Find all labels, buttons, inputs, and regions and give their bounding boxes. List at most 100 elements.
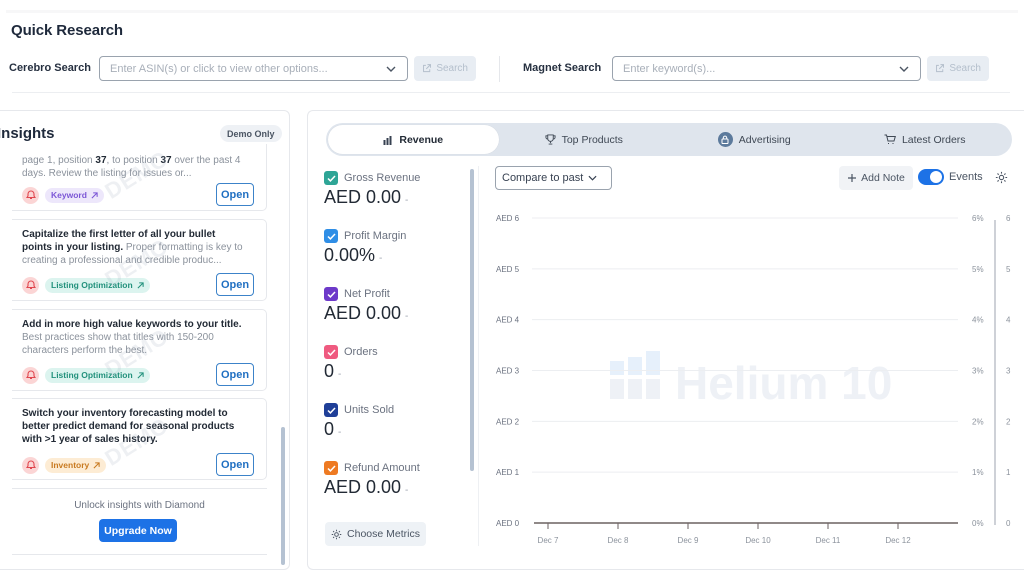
tab-advertising[interactable]: Advertising [669, 125, 840, 154]
revenue-chart: Helium 10 AED 0 0% 0 AED 1 1% 1 AED 2 2% 2 AED 3 3%… [496, 214, 1011, 545]
x-tick-label: Dec 12 [885, 536, 911, 545]
bell-icon [22, 186, 39, 204]
metric-checkbox[interactable] [324, 345, 338, 359]
metric-label-row: Net Profit [324, 287, 464, 301]
x-tick-label: Dec 8 [608, 536, 629, 545]
metric-checkbox[interactable] [324, 171, 338, 185]
helium10-watermark: Helium 10 [610, 351, 892, 409]
trophy-icon [545, 134, 556, 145]
listing-optimization-tag[interactable]: Listing Optimization [45, 367, 150, 383]
gear-icon [331, 529, 342, 539]
external-link-icon [423, 64, 432, 73]
metric-change: - [405, 311, 409, 322]
y-right-count-tick-label: 6 [1006, 214, 1011, 223]
add-note-label: Add Note [861, 172, 905, 184]
inventory-tag[interactable]: Inventory [45, 457, 107, 473]
listing-optimization-tag[interactable]: Listing Optimization [45, 277, 150, 293]
magnet-placeholder: Enter keyword(s)... [623, 62, 716, 75]
metric-profit-margin: Profit Margin 0.00% - [324, 229, 464, 266]
metric-value: AED 0.00 [324, 303, 402, 323]
y-left-tick-label: AED 0 [496, 519, 520, 528]
tab-top-products[interactable]: Top Products [499, 125, 670, 154]
metric-value-row: 0.00% - [324, 245, 464, 266]
metric-value: AED 0.00 [324, 187, 402, 207]
x-tick-label: Dec 7 [538, 536, 559, 545]
metric-change: - [338, 427, 342, 438]
metric-label: Profit Margin [344, 230, 407, 242]
open-button[interactable]: Open [216, 363, 254, 386]
insight-tags: Keyword [22, 186, 104, 204]
insights-scrollbar[interactable] [281, 427, 285, 565]
events-toggle[interactable] [918, 169, 944, 185]
y-right-pct-tick-label: 4% [972, 316, 984, 325]
metric-value-row: 0- [324, 361, 464, 382]
keyword-tag[interactable]: Keyword [45, 187, 104, 203]
metric-checkbox[interactable] [324, 287, 338, 301]
insight-tags: Listing Optimization [22, 366, 150, 384]
metric-label-row: Refund Amount [324, 461, 464, 475]
y-right-pct-tick-label: 0% [972, 519, 984, 528]
cerebro-search-button[interactable]: Search [414, 56, 476, 81]
arrow-up-right-icon [93, 461, 100, 468]
metric-label-row: Units Sold [324, 403, 464, 417]
chevron-down-icon[interactable] [898, 63, 910, 75]
metrics-scrollbar[interactable] [470, 169, 474, 471]
metric-refund-amount: Refund Amount AED 0.00- [324, 461, 464, 498]
open-button[interactable]: Open [216, 453, 254, 476]
toggle-knob [930, 171, 942, 183]
check-icon [326, 232, 336, 240]
insights-title: Insights [0, 125, 55, 142]
add-note-button[interactable]: Add Note [839, 166, 913, 190]
cerebro-search-button-label: Search [436, 63, 468, 74]
metric-checkbox[interactable] [324, 403, 338, 417]
y-left-tick-label: AED 3 [496, 367, 520, 376]
x-tick-label: Dec 9 [678, 536, 699, 545]
top-divider [6, 10, 1018, 13]
demo-only-badge: Demo Only [220, 125, 282, 142]
metric-value-row: 0- [324, 419, 464, 440]
check-icon [326, 406, 336, 414]
cerebro-placeholder: Enter ASIN(s) or click to view other opt… [110, 62, 328, 75]
insight-text: Add in more high value keywords to your … [22, 319, 242, 356]
metric-checkbox[interactable] [324, 229, 338, 243]
cart-icon [884, 134, 896, 144]
tab-revenue[interactable]: Revenue [328, 125, 499, 154]
chevron-down-icon [588, 175, 597, 181]
compare-to-past-dropdown[interactable]: Compare to past [495, 166, 612, 190]
open-button[interactable]: Open [216, 183, 254, 206]
y-right-pct-tick-label: 1% [972, 468, 984, 477]
metric-checkbox[interactable] [324, 461, 338, 475]
y-left-tick-label: AED 6 [496, 214, 520, 223]
metrics-divider [478, 166, 479, 546]
magnet-search-input[interactable]: Enter keyword(s)... [612, 56, 921, 81]
y-right-count-tick-label: 5 [1006, 265, 1011, 274]
cerebro-search-input[interactable]: Enter ASIN(s) or click to view other opt… [99, 56, 408, 81]
magnet-search-button[interactable]: Search [927, 56, 989, 81]
open-button[interactable]: Open [216, 273, 254, 296]
insight-card: Add in more high value keywords to your … [12, 309, 267, 391]
cerebro-search-label: Cerebro Search [9, 62, 91, 74]
metric-value: 0.00% [324, 245, 376, 265]
metric-change: - [405, 485, 409, 496]
tab-label: Revenue [399, 133, 444, 146]
metric-units-sold: Units Sold 0- [324, 403, 464, 440]
metric-orders: Orders 0- [324, 345, 464, 382]
bottom-divider [12, 554, 267, 555]
y-right-pct-tick-label: 6% [972, 214, 984, 223]
tab-latest-orders[interactable]: Latest Orders [840, 125, 1011, 154]
y-right-pct-tick-label: 3% [972, 367, 984, 376]
bar-chart-icon [383, 135, 392, 145]
choose-metrics-button[interactable]: Choose Metrics [325, 522, 426, 546]
metric-label: Net Profit [344, 288, 390, 300]
insights-panel: Insights Demo Only page 1, position 37, … [0, 110, 290, 570]
chart-settings-gear-icon[interactable] [995, 171, 1008, 184]
tab-label: Advertising [738, 133, 791, 146]
chevron-down-icon[interactable] [385, 63, 397, 75]
upgrade-now-button[interactable]: Upgrade Now [99, 519, 177, 542]
metric-value-row: AED 0.00- [324, 187, 464, 208]
check-icon [326, 174, 336, 182]
metric-label: Refund Amount [344, 462, 420, 474]
page-title: Quick Research [11, 22, 123, 39]
svg-text:Helium 10: Helium 10 [675, 357, 892, 409]
bell-icon [22, 366, 39, 384]
